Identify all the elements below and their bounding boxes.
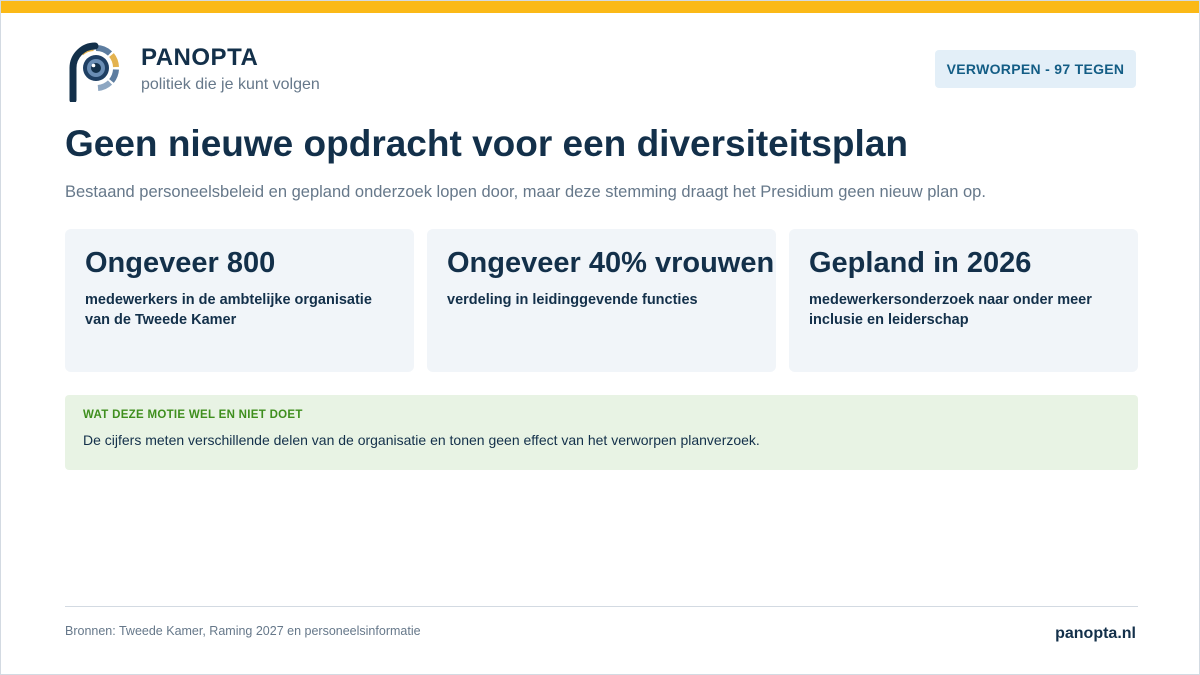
stat-card-value: Ongeveer 800 bbox=[85, 247, 276, 279]
footer-sources: Bronnen: Tweede Kamer, Raming 2027 en pe… bbox=[65, 624, 421, 638]
footer-divider bbox=[65, 606, 1138, 607]
stat-card-description: verdeling in leidinggevende functies bbox=[447, 292, 698, 308]
page-subtitle: Bestaand personeelsbeleid en gepland ond… bbox=[65, 183, 986, 201]
stat-card-value: Gepland in 2026 bbox=[809, 247, 1032, 279]
motion-note-text: De cijfers meten verschillende delen van… bbox=[83, 432, 760, 448]
stat-card-description: medewerkers in de ambtelijke organisatie… bbox=[85, 292, 372, 328]
status-badge: VERWORPEN - 97 TEGEN bbox=[935, 50, 1136, 88]
stat-card-employees: Ongeveer 800 medewerkers in de ambtelijk… bbox=[65, 229, 414, 372]
stat-card-value: Ongeveer 40% vrouwen bbox=[447, 247, 775, 279]
brand-name: PANOPTA bbox=[141, 44, 259, 71]
stat-card-survey: Gepland in 2026 medewerkersonderzoek naa… bbox=[789, 229, 1138, 372]
stat-card-women: Ongeveer 40% vrouwen verdeling in leidin… bbox=[427, 229, 776, 372]
stat-card-description: medewerkersonderzoek naar onder meer inc… bbox=[809, 292, 1092, 328]
panopta-logo-icon bbox=[69, 42, 119, 102]
brand-tagline: politiek die je kunt volgen bbox=[141, 76, 320, 93]
motion-note: WAT DEZE MOTIE WEL EN NIET DOET De cijfe… bbox=[65, 395, 1138, 470]
stat-cards: Ongeveer 800 medewerkers in de ambtelijk… bbox=[65, 229, 1138, 372]
accent-bar bbox=[1, 1, 1199, 13]
share-card: PANOPTA politiek die je kunt volgen VERW… bbox=[0, 0, 1200, 675]
footer-site-link[interactable]: panopta.nl bbox=[1055, 625, 1136, 643]
page-title: Geen nieuwe opdracht voor een diversitei… bbox=[65, 123, 908, 164]
motion-note-heading: WAT DEZE MOTIE WEL EN NIET DOET bbox=[83, 409, 303, 421]
